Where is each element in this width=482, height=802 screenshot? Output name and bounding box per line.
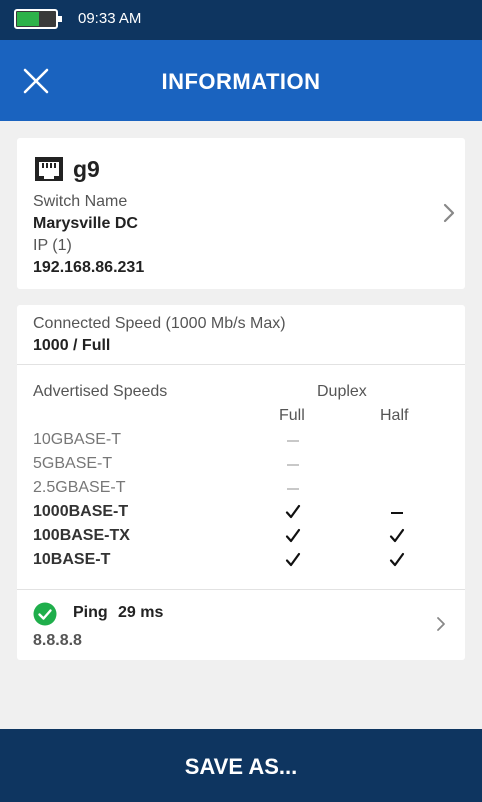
- check-icon: [285, 528, 301, 543]
- check-circle-icon: [33, 602, 57, 626]
- ping-label: Ping: [73, 604, 108, 621]
- check-icon: [285, 552, 301, 567]
- connected-speed-value: 1000 / Full: [33, 337, 111, 354]
- speed-card: Connected Speed (1000 Mb/s Max) 1000 / F…: [17, 305, 465, 660]
- full-header: Full: [279, 407, 305, 424]
- duplex-header: Duplex: [317, 383, 367, 400]
- header-bar: INFORMATION: [0, 40, 482, 121]
- ethernet-port-icon: [35, 157, 63, 181]
- device-name: g9: [73, 156, 100, 182]
- chevron-right-icon[interactable]: [436, 616, 446, 632]
- save-as-button[interactable]: SAVE AS...: [0, 729, 482, 802]
- speed-name: 2.5GBASE-T: [33, 479, 126, 496]
- advertised-speeds-label: Advertised Speeds: [33, 383, 168, 400]
- status-time: 09:33 AM: [78, 10, 142, 27]
- check-icon: [389, 528, 405, 543]
- switch-name-value: Marysville DC: [33, 215, 138, 232]
- check-icon: [389, 552, 405, 567]
- chevron-right-icon[interactable]: [442, 203, 456, 223]
- speed-name: 10BASE-T: [33, 551, 111, 568]
- half-header: Half: [380, 407, 409, 424]
- battery-icon: [14, 9, 62, 29]
- speed-name: 10GBASE-T: [33, 431, 122, 448]
- ping-time: 29 ms: [118, 604, 164, 621]
- dash-icon: [391, 512, 403, 514]
- speed-name: 5GBASE-T: [33, 455, 113, 472]
- ip-value: 192.168.86.231: [33, 259, 145, 276]
- speed-name: 100BASE-TX: [33, 527, 130, 544]
- divider: [17, 364, 465, 365]
- status-bar: 09:33 AM: [0, 0, 482, 40]
- connected-speed-label: Connected Speed (1000 Mb/s Max): [33, 315, 286, 332]
- page-title: INFORMATION: [161, 69, 321, 94]
- check-icon: [285, 504, 301, 519]
- speed-name: 1000BASE-T: [33, 503, 129, 520]
- dash-icon: [287, 464, 299, 466]
- switch-name-label: Switch Name: [33, 193, 128, 210]
- ip-label: IP (1): [33, 237, 72, 254]
- dash-icon: [287, 488, 299, 490]
- dash-icon: [287, 440, 299, 442]
- ping-host: 8.8.8.8: [33, 632, 82, 649]
- divider: [17, 589, 465, 590]
- save-as-label: SAVE AS...: [184, 754, 298, 779]
- switch-info-card[interactable]: g9 Switch Name Marysville DC IP (1) 192.…: [17, 138, 465, 289]
